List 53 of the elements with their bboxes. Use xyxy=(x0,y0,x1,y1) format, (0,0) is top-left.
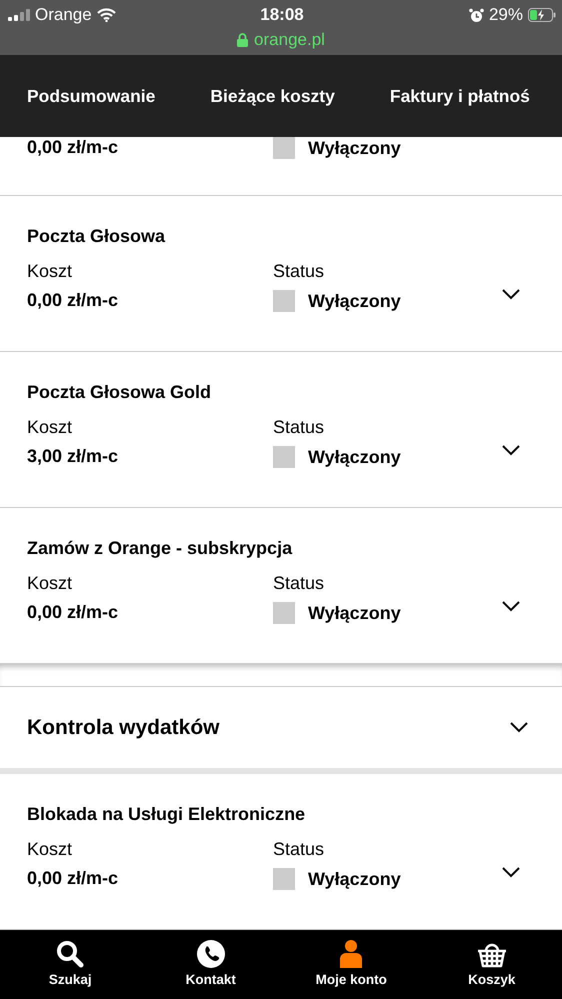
lock-icon xyxy=(237,33,248,47)
status-value: Wyłączony xyxy=(308,602,401,624)
battery-icon xyxy=(528,8,556,22)
nav-tab[interactable]: Faktury i płatnoś xyxy=(372,86,530,106)
person-icon xyxy=(340,940,362,968)
status-value: Wyłączony xyxy=(308,290,401,312)
status-checkbox[interactable] xyxy=(273,290,295,312)
cost-value: 3,00 zł/m-c xyxy=(27,446,120,467)
service-name: Poczta Głosowa Gold xyxy=(27,382,212,403)
status-checkbox[interactable] xyxy=(273,602,295,624)
status-label: Status xyxy=(273,261,326,282)
search-icon xyxy=(56,940,84,968)
nav-tab[interactable]: Podsumowanie xyxy=(10,86,172,106)
alarm-icon xyxy=(468,8,484,22)
chevron-icon[interactable] xyxy=(510,722,528,733)
signal-icon xyxy=(8,9,30,21)
status-value: Wyłączony xyxy=(308,138,401,158)
section-title: Kontrola wydatków xyxy=(27,716,220,740)
status-label: Status xyxy=(273,573,326,594)
cost-value: 0,00 zł/m-c xyxy=(27,602,120,623)
clock-time: 18:08 xyxy=(260,5,304,25)
bottom-nav-item[interactable]: Kontakt xyxy=(140,930,281,999)
chevron-icon[interactable] xyxy=(502,289,520,300)
service-name: Poczta Głosowa xyxy=(27,226,166,247)
cost-label: Koszt xyxy=(27,417,74,438)
url-bar[interactable]: orange.pl xyxy=(237,30,325,50)
bottom-nav-item[interactable]: Szukaj xyxy=(0,930,140,999)
wifi-icon xyxy=(96,8,116,22)
battery-percent: 29% xyxy=(488,5,523,25)
service-name: Blokada na Usługi Elektroniczne xyxy=(27,804,306,825)
status-value: Wyłączony xyxy=(308,868,401,890)
nav-tab[interactable]: Bieżące koszty xyxy=(193,86,352,106)
cost-value: 0,00 zł/m-c xyxy=(27,290,120,311)
status-checkbox[interactable] xyxy=(273,137,295,159)
cost-label: Koszt xyxy=(27,839,74,860)
status-label: Status xyxy=(273,417,326,438)
cost-label: Koszt xyxy=(27,573,74,594)
cost-value: 0,00 zł/m-c xyxy=(27,868,120,889)
status-checkbox[interactable] xyxy=(273,446,295,468)
chevron-icon[interactable] xyxy=(502,867,520,878)
cost-value: 0,00 zł/m-c xyxy=(27,137,120,158)
status-label: Status xyxy=(273,839,326,860)
carrier-name: Orange xyxy=(35,5,92,25)
chevron-icon[interactable] xyxy=(502,601,520,612)
bottom-nav-item[interactable]: Moje konto xyxy=(281,930,422,999)
service-name: Zamów z Orange - subskrypcja xyxy=(27,538,294,559)
cost-label: Koszt xyxy=(27,261,74,282)
status-value: Wyłączony xyxy=(308,446,401,468)
status-checkbox[interactable] xyxy=(273,868,295,890)
section-header[interactable]: Kontrola wydatków xyxy=(0,687,562,774)
chevron-icon[interactable] xyxy=(502,445,520,456)
phone-icon xyxy=(196,940,225,968)
bottom-nav-item[interactable]: Koszyk xyxy=(422,930,562,999)
